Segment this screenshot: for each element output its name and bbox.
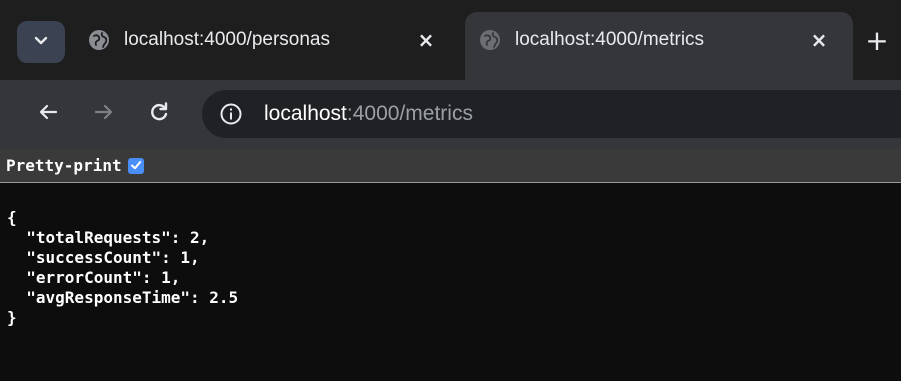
json-line: "successCount": 1, bbox=[7, 248, 200, 267]
new-tab-button[interactable]: + bbox=[862, 24, 892, 57]
tab-metrics[interactable]: localhost:4000/metrics × bbox=[465, 12, 853, 80]
reload-icon bbox=[147, 100, 171, 128]
pretty-print-checkbox[interactable] bbox=[127, 156, 144, 175]
reload-button[interactable] bbox=[143, 98, 175, 130]
arrow-left-icon bbox=[36, 100, 60, 128]
page-content: Pretty-print { "totalRequests": 2, "succ… bbox=[0, 149, 901, 381]
toolbar: localhost:4000/metrics bbox=[0, 80, 901, 149]
info-icon[interactable] bbox=[218, 101, 244, 127]
json-line: "totalRequests": 2, bbox=[7, 228, 210, 247]
address-bar[interactable]: localhost:4000/metrics bbox=[202, 90, 901, 138]
json-line: "avgResponseTime": 2.5 bbox=[7, 288, 239, 307]
close-tab-button[interactable]: × bbox=[805, 26, 833, 54]
json-line: } bbox=[7, 308, 17, 327]
forward-button[interactable] bbox=[88, 98, 120, 130]
close-tab-button[interactable]: × bbox=[412, 26, 440, 54]
json-line: { bbox=[7, 208, 17, 227]
chevron-down-icon bbox=[33, 32, 49, 52]
back-button[interactable] bbox=[32, 98, 64, 130]
json-line: "errorCount": 1, bbox=[7, 268, 181, 287]
tab-strip: localhost:4000/personas × localhost:4000… bbox=[0, 0, 901, 80]
tab-search-button[interactable] bbox=[17, 21, 65, 63]
url-host: localhost bbox=[264, 102, 347, 125]
tab-title: localhost:4000/metrics bbox=[515, 29, 705, 50]
checkmark-icon bbox=[130, 156, 142, 175]
pretty-print-label: Pretty-print bbox=[6, 156, 122, 175]
json-output: { "totalRequests": 2, "successCount": 1,… bbox=[7, 208, 238, 328]
url-text[interactable]: localhost:4000/metrics bbox=[264, 102, 473, 126]
tab-title: localhost:4000/personas bbox=[124, 29, 330, 50]
url-path: :4000/metrics bbox=[346, 102, 473, 125]
arrow-right-icon bbox=[92, 100, 116, 128]
tab-personas[interactable]: localhost:4000/personas × bbox=[74, 12, 452, 80]
globe-icon bbox=[479, 29, 501, 51]
pretty-print-bar: Pretty-print bbox=[0, 149, 901, 183]
globe-icon bbox=[88, 29, 110, 51]
